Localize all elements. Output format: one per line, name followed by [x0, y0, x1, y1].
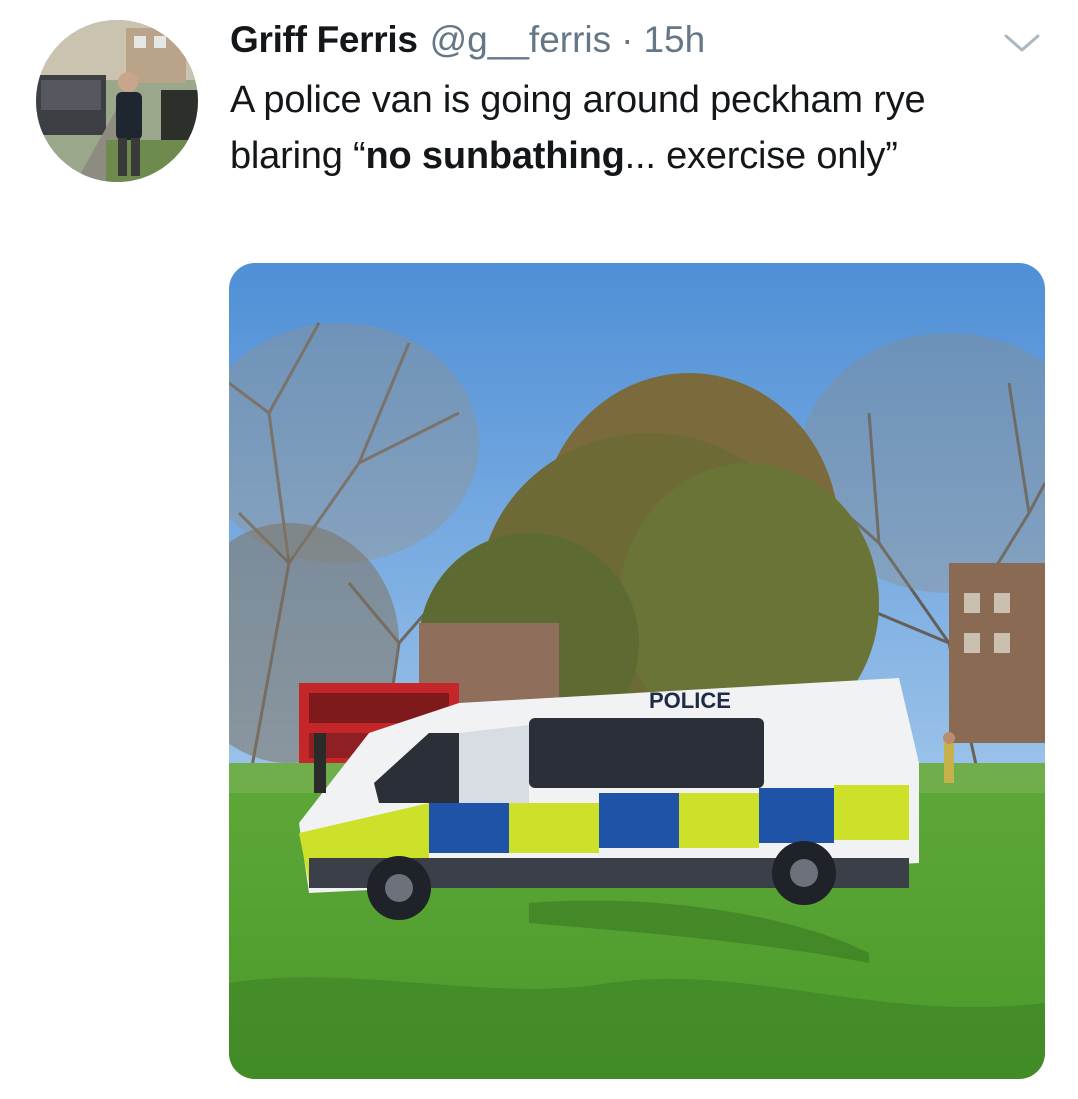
timestamp[interactable]: 15h: [643, 16, 705, 64]
separator: ·: [621, 19, 634, 60]
avatar-image: [36, 20, 198, 182]
avatar[interactable]: [36, 20, 198, 182]
media-photo: POLICE: [229, 263, 1045, 1079]
tweet-text-bold: no sunbathing: [365, 135, 625, 177]
user-handle[interactable]: @g__ferris: [430, 16, 612, 64]
chevron-down-icon[interactable]: [1000, 28, 1044, 58]
van-label: POLICE: [649, 688, 731, 713]
tweet-header: Griff Ferris @g__ferris · 15h: [230, 16, 705, 64]
tweet-text: A police van is going around peckham rye…: [230, 72, 1030, 184]
display-name[interactable]: Griff Ferris: [230, 16, 418, 64]
tweet-media[interactable]: POLICE: [229, 263, 1045, 1079]
tweet-text-part2: ... exercise only”: [624, 135, 898, 177]
